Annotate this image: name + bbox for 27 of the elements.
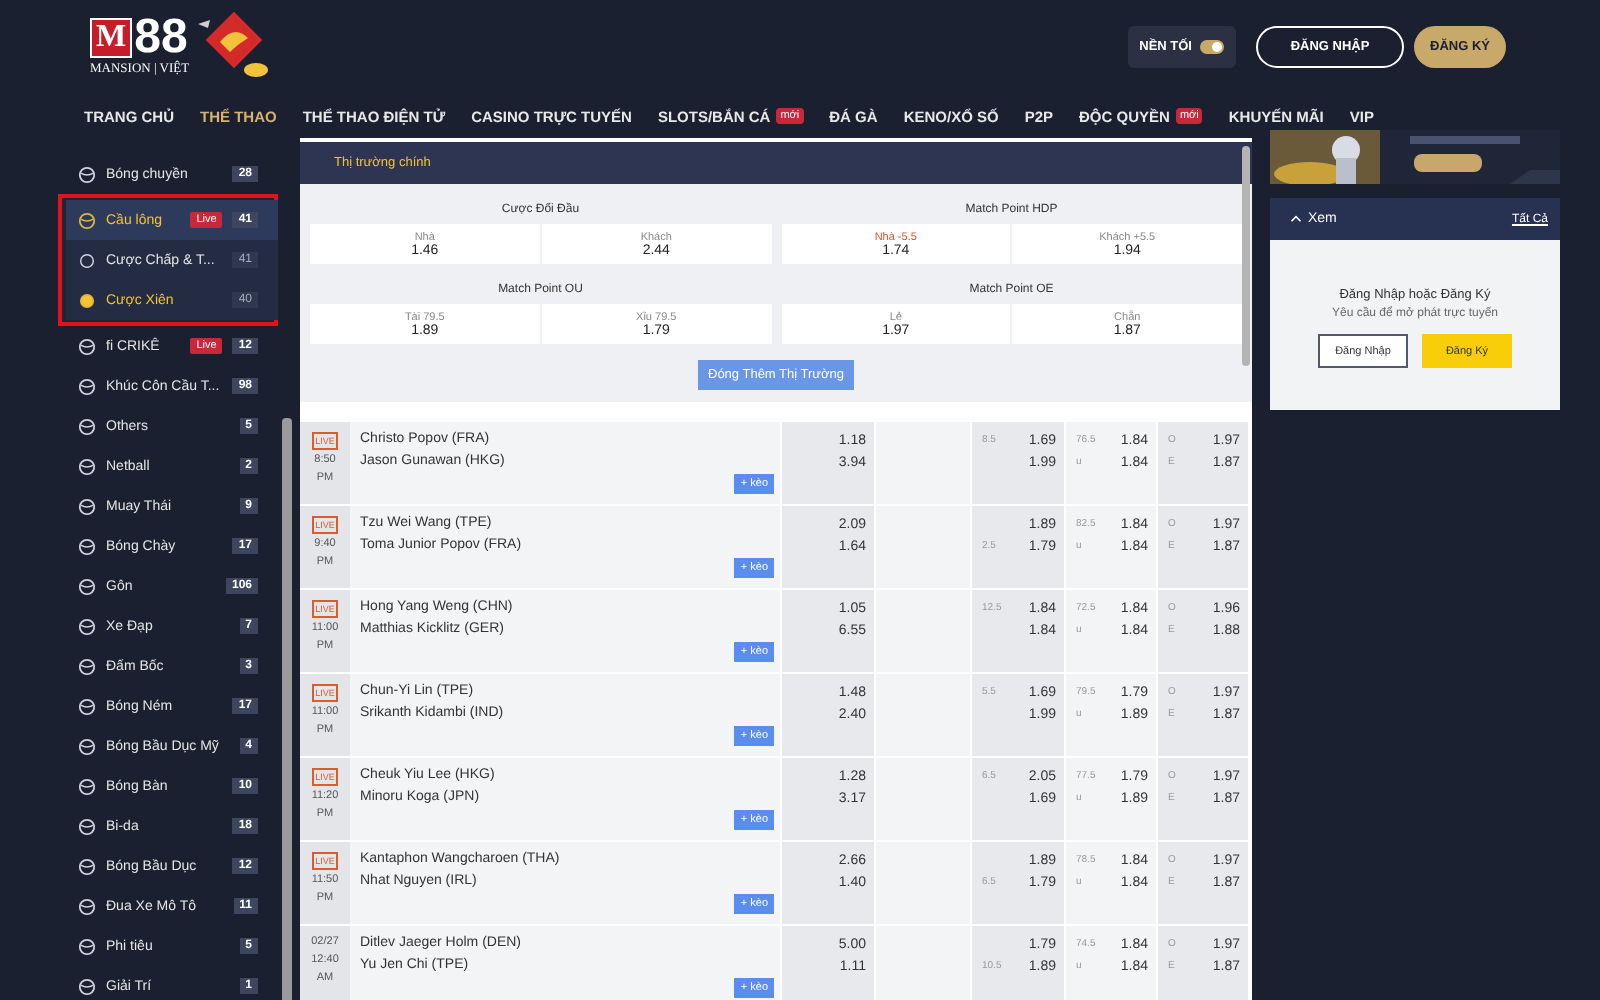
- ball-icon: [78, 497, 96, 515]
- ball-icon: [78, 737, 96, 755]
- logo-mark: M: [90, 18, 133, 58]
- chevron-icon[interactable]: [1290, 214, 1302, 224]
- ball-icon: [78, 697, 96, 715]
- ball-icon: [78, 377, 96, 395]
- ball-icon: [78, 577, 96, 595]
- ball-icon: [78, 457, 96, 475]
- ball-icon: [78, 777, 96, 795]
- ball-icon: [78, 657, 96, 675]
- logo-text: 88: [134, 16, 188, 60]
- ball-icon: [78, 617, 96, 635]
- ball-icon: [78, 211, 96, 229]
- ball-icon: [78, 937, 96, 955]
- ball-icon: [78, 857, 96, 875]
- ball-icon: [78, 537, 96, 555]
- radio-icon: [78, 251, 96, 269]
- ball-icon: [78, 817, 96, 835]
- scrollbar[interactable]: [1242, 146, 1250, 366]
- scrollbar[interactable]: [282, 418, 292, 1000]
- diamond-emblem-icon: [193, 12, 274, 80]
- ball-icon: [78, 977, 96, 995]
- ball-icon: [78, 337, 96, 355]
- ball-icon: [78, 897, 96, 915]
- radio-icon: [78, 291, 96, 309]
- ball-icon: [78, 165, 96, 183]
- ball-icon: [78, 417, 96, 435]
